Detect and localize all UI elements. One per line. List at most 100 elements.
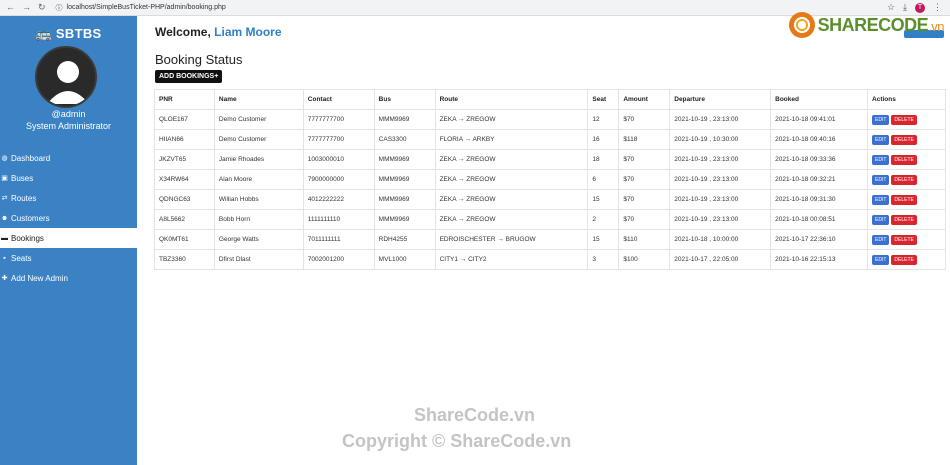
edit-button[interactable]: EDIT — [872, 174, 890, 185]
add-bookings-button[interactable]: ADD BOOKINGS+ — [155, 70, 223, 83]
edit-button[interactable]: EDIT — [872, 154, 890, 165]
table-cell: $70 — [618, 109, 671, 130]
sharecode-logo-icon — [788, 12, 815, 38]
bus-icon: 🚌 — [35, 26, 52, 41]
actions-cell: EDIT DELETE — [867, 189, 946, 210]
sidebar-item-label: Buses — [11, 173, 34, 183]
delete-button[interactable]: DELETE — [891, 254, 917, 265]
table-cell: ZEKA → ZREGOW — [434, 169, 589, 190]
edit-button[interactable]: EDIT — [872, 134, 890, 145]
sidebar-item-customers[interactable]: ☻ Customers — [0, 208, 137, 228]
delete-button[interactable]: DELETE — [891, 174, 917, 185]
edit-button[interactable]: EDIT — [872, 254, 890, 265]
table-cell: QK0MT61 — [154, 229, 215, 250]
delete-button[interactable]: DELETE — [891, 234, 917, 245]
sidebar-item-routes[interactable]: ⇄ Routes — [0, 188, 137, 208]
table-cell: 1111111110 — [302, 209, 375, 230]
column-header: Bus — [373, 89, 436, 110]
sidebar-item-label: Customers — [11, 213, 50, 223]
actions-cell: EDIT DELETE — [867, 249, 946, 270]
admin-username: @admin — [51, 109, 86, 119]
table-cell: 2021-10-17 22:36:10 — [770, 229, 869, 250]
table-cell: $70 — [618, 169, 671, 190]
table-cell: $70 — [618, 209, 671, 230]
table-cell: 15 — [587, 189, 620, 210]
table-cell: 2021-10-19 , 10:30:00 — [669, 129, 772, 150]
table-cell: 7002001200 — [302, 249, 375, 270]
delete-button[interactable]: DELETE — [891, 114, 917, 125]
forward-icon[interactable]: → — [22, 2, 31, 13]
address-bar[interactable]: ⓘ localhost/SimpleBusTicket-PHP/admin/bo… — [56, 3, 226, 13]
delete-button[interactable]: DELETE — [891, 134, 917, 145]
table-cell: 2021-10-18 09:31:30 — [770, 189, 869, 210]
column-header: Amount — [618, 89, 671, 110]
table-cell: 2021-10-16 22:15:13 — [770, 249, 869, 270]
delete-button[interactable]: DELETE — [891, 154, 917, 165]
table-cell: MMM9969 — [373, 169, 436, 190]
table-cell: ZEKA → ZREGOW — [434, 149, 589, 170]
table-cell: Bobb Horn — [213, 209, 304, 230]
edit-button[interactable]: EDIT — [872, 214, 890, 225]
table-cell: ZEKA → ZREGOW — [434, 209, 589, 230]
admin-role: System Administrator — [25, 121, 112, 131]
sidebar-item-label: Add New Admin — [11, 273, 68, 283]
sidebar-item-bookings[interactable]: ▬ Bookings — [0, 228, 137, 248]
edit-button[interactable]: EDIT — [872, 234, 890, 245]
back-icon[interactable]: ← — [6, 2, 15, 13]
edit-button[interactable]: EDIT — [872, 194, 890, 205]
table-row: QLOE167 Demo Customer 7777777700 MMM9969 ZEK… — [154, 109, 946, 130]
table-cell: MMM9969 — [373, 189, 436, 210]
table-row: TBZ3360 Dfirst Dlast 7002001200 MVL1000 CITY… — [154, 249, 946, 270]
url-text[interactable]: localhost/SimpleBusTicket-PHP/admin/book… — [67, 4, 226, 11]
sidebar-item-seats[interactable]: ▪ Seats — [0, 248, 137, 268]
table-cell: 7011111111 — [302, 229, 375, 250]
table-cell: Willian Hobbs — [213, 189, 304, 210]
table-row: HIIAN66 Demo Customer 7777777700 CAS3300 FLO… — [154, 129, 946, 150]
brand-label: SBTBS — [55, 26, 102, 41]
table-cell: Demo Customer — [213, 109, 304, 130]
table-cell: MMM9969 — [373, 149, 436, 170]
bookings-table: PNR Name Contact Bus Route Seat Amount Departur… — [154, 89, 946, 270]
actions-cell: EDIT DELETE — [867, 149, 946, 170]
page-title: Booking Status — [155, 52, 243, 67]
edit-button[interactable]: EDIT — [872, 114, 890, 125]
users-icon: ☻ — [0, 214, 9, 222]
welcome-heading: Welcome, Liam Moore — [155, 25, 282, 39]
table-header-row: PNR Name Contact Bus Route Seat Amount Departur… — [154, 89, 946, 110]
table-cell: $100 — [618, 249, 671, 270]
table-cell: QLOE167 — [154, 109, 215, 130]
reload-icon[interactable]: ↻ — [38, 2, 46, 13]
table-cell: Demo Customer — [213, 129, 304, 150]
table-cell: TBZ3360 — [154, 249, 215, 270]
sidebar-item-buses[interactable]: ▣ Buses — [0, 168, 137, 188]
sidebar-item-add-admin[interactable]: ✚ Add New Admin — [0, 268, 137, 288]
site-info-icon[interactable]: ⓘ — [56, 3, 63, 13]
table-cell: X34RW64 — [154, 169, 215, 190]
table-row: JKZVT65 Jamie Rhoades 1003000010 MMM9969 ZEK… — [154, 149, 946, 170]
column-header: Name — [213, 89, 304, 110]
table-cell: ZEKA → ZREGOW — [434, 109, 589, 130]
table-cell: 6 — [587, 169, 620, 190]
table-cell: 7777777700 — [302, 109, 375, 130]
sidebar-item-label: Dashboard — [11, 153, 51, 163]
actions-cell: EDIT DELETE — [867, 169, 946, 190]
table-cell: 15 — [587, 229, 620, 250]
table-cell: 2021-10-18 09:41:01 — [770, 109, 869, 130]
profile-avatar[interactable]: T — [915, 2, 925, 13]
user-silhouette-icon — [47, 61, 89, 104]
table-cell: Alan Moore — [213, 169, 304, 190]
table-cell: 2021-10-17 , 22:05:00 — [669, 249, 772, 270]
sidebar: 🚌 SBTBS @admin System Administrator ◍ Da… — [0, 16, 137, 465]
table-cell: 2021-10-19 , 23:13:00 — [669, 209, 772, 230]
table-cell: 4012222222 — [302, 189, 375, 210]
avatar — [35, 46, 97, 108]
table-cell: CAS3300 — [373, 129, 436, 150]
sidebar-item-dashboard[interactable]: ◍ Dashboard — [0, 148, 137, 168]
delete-button[interactable]: DELETE — [891, 214, 917, 225]
table-cell: 2021-10-18 00:08:51 — [770, 209, 869, 230]
brand[interactable]: 🚌 SBTBS — [0, 26, 137, 42]
table-cell: 2021-10-19 , 23:13:00 — [669, 189, 772, 210]
table-cell: $118 — [618, 129, 671, 150]
column-header: Seat — [587, 89, 620, 110]
delete-button[interactable]: DELETE — [891, 194, 917, 205]
